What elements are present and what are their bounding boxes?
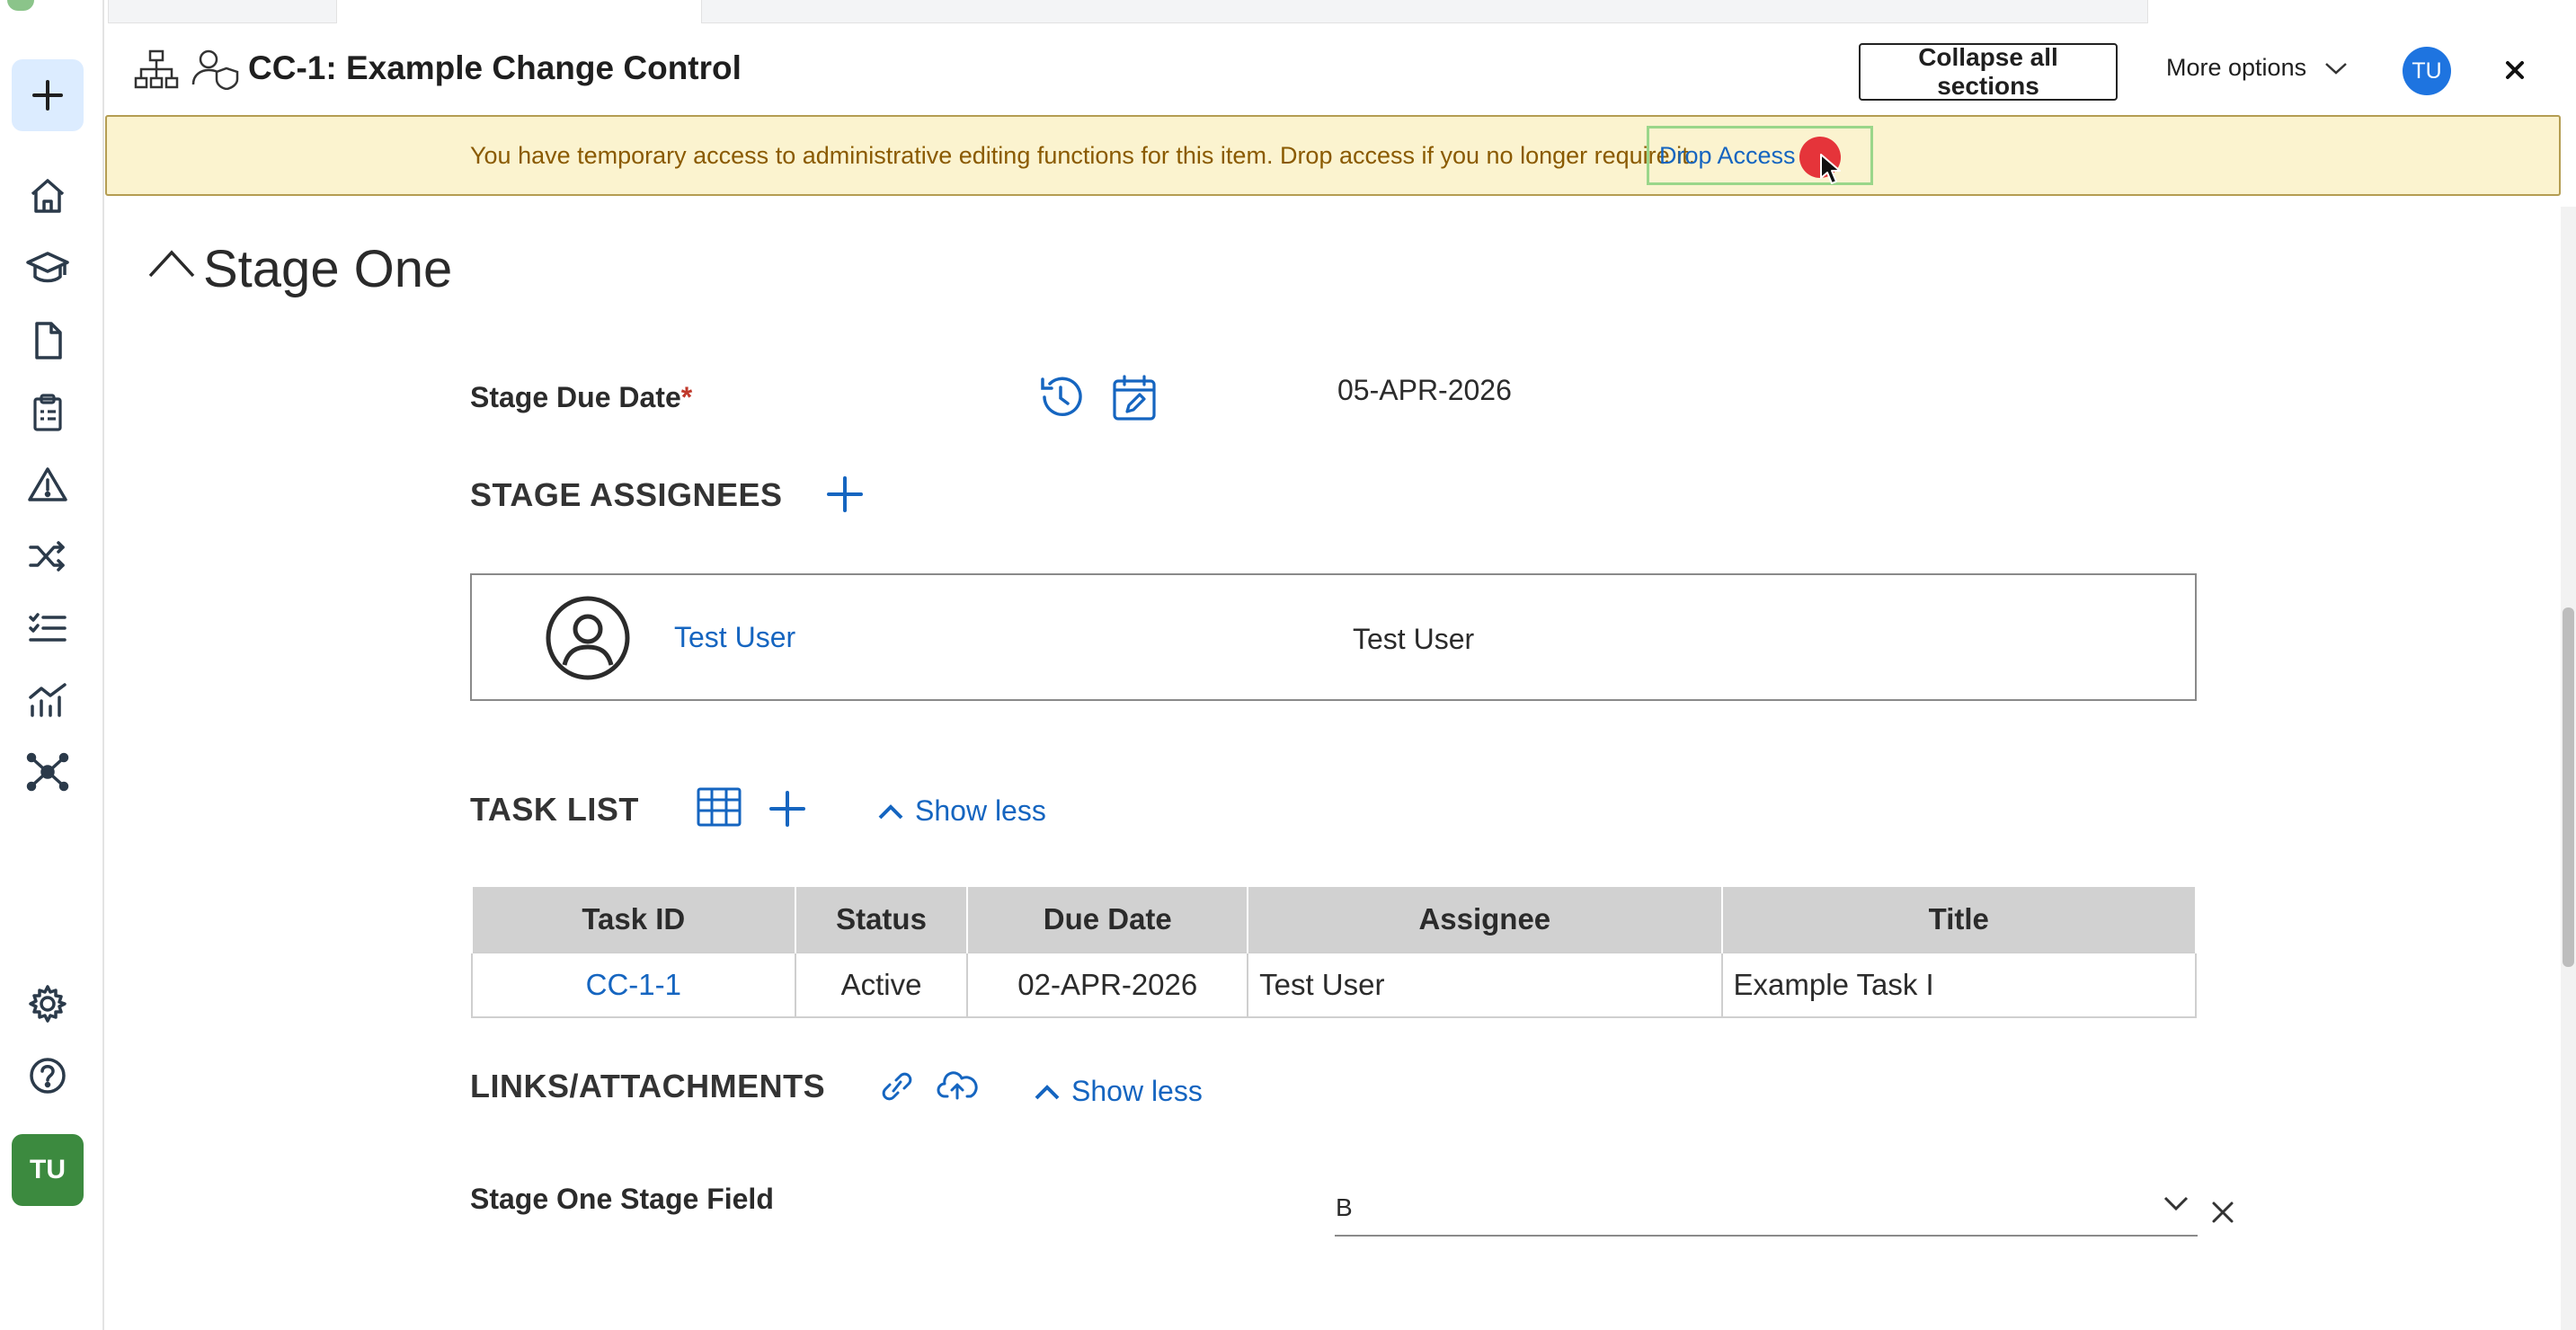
- task-list-heading: TASK LIST: [470, 791, 639, 828]
- stage-assignees-heading: STAGE ASSIGNEES: [470, 476, 783, 513]
- links-attachments-heading: LINKS/ATTACHMENTS: [470, 1068, 826, 1104]
- table-header-row: Task ID Status Due Date Assignee Title: [471, 885, 2198, 953]
- stage-field-label: Stage One Stage Field: [470, 1183, 774, 1215]
- plus-icon: [32, 80, 63, 111]
- column-header[interactable]: Task ID: [471, 885, 796, 953]
- mouse-cursor-icon: [1819, 153, 1843, 185]
- shuffle-icon: [29, 541, 65, 572]
- sidebar-item-issues[interactable]: [25, 462, 70, 507]
- checklist-icon: [29, 613, 67, 642]
- plus-icon: [827, 476, 863, 512]
- sidebar-item-training[interactable]: [25, 245, 70, 290]
- task-table: Task ID Status Due Date Assignee Title C…: [471, 885, 2198, 1018]
- home-icon: [31, 179, 65, 213]
- due-date-value: 05-APR-2026: [1337, 374, 1512, 406]
- user-shield-icon[interactable]: [191, 47, 241, 90]
- close-icon: [2212, 1201, 2234, 1223]
- sidebar-item-tasks[interactable]: [25, 606, 70, 651]
- user-avatar[interactable]: TU: [12, 1134, 84, 1206]
- scrollbar-thumb[interactable]: [2563, 607, 2574, 967]
- sidebar-item-home[interactable]: [25, 173, 70, 218]
- create-button[interactable]: [12, 59, 84, 131]
- table-view-icon[interactable]: [696, 785, 742, 829]
- add-assignee-button[interactable]: [823, 473, 866, 516]
- chevron-up-icon: [878, 803, 903, 819]
- page-title: CC-1: Example Change Control: [248, 49, 742, 86]
- collapse-all-button[interactable]: Collapse all sections: [1859, 43, 2118, 101]
- more-options-label: More options: [2166, 54, 2307, 81]
- chevron-down-icon[interactable]: [2163, 1195, 2190, 1211]
- sidebar-item-forms[interactable]: [25, 390, 70, 435]
- sidebar-item-reports[interactable]: [25, 678, 70, 723]
- warning-icon: [28, 467, 67, 501]
- assignee-link[interactable]: Test User: [674, 621, 795, 654]
- add-task-button[interactable]: [766, 787, 809, 830]
- task-id-link[interactable]: CC-1-1: [586, 968, 681, 1001]
- chevron-up-icon: [148, 250, 195, 278]
- header-avatar[interactable]: TU: [2403, 47, 2451, 95]
- user-avatar-icon: [545, 595, 631, 681]
- column-header[interactable]: Due Date: [966, 885, 1249, 953]
- due-date-label-text: Stage Due Date: [470, 381, 681, 413]
- banner-message: You have temporary access to administrat…: [470, 142, 1696, 169]
- sidebar-item-documents[interactable]: [25, 318, 70, 363]
- column-header[interactable]: Title: [1720, 885, 2198, 953]
- stage-field-select[interactable]: [1335, 1177, 2198, 1237]
- stage-field-value: B: [1336, 1193, 1353, 1221]
- upload-cloud-icon[interactable]: [937, 1069, 978, 1102]
- network-icon: [26, 752, 69, 792]
- chevron-up-icon: [1035, 1084, 1060, 1099]
- gear-icon: [29, 985, 67, 1023]
- due-date-cell: 02-APR-2026: [966, 952, 1249, 1018]
- sidebar-item-settings[interactable]: [25, 981, 70, 1026]
- close-icon: [2506, 61, 2524, 79]
- graduation-cap-icon: [26, 252, 69, 283]
- close-button[interactable]: [2495, 50, 2535, 90]
- due-date-label: Stage Due Date*: [470, 381, 692, 414]
- more-options-menu[interactable]: More options: [2166, 54, 2348, 82]
- task-list-show-less-button[interactable]: Show less: [877, 794, 1046, 828]
- sidebar-item-network[interactable]: [25, 749, 70, 794]
- browser-tab[interactable]: [701, 0, 2148, 23]
- table-row: CC-1-1 Active 02-APR-2026 Test User Exam…: [471, 952, 2198, 1018]
- task-id-cell[interactable]: CC-1-1: [471, 952, 796, 1018]
- sidebar: TU: [0, 0, 104, 1330]
- stage-collapse-toggle[interactable]: [147, 248, 196, 279]
- show-less-label: Show less: [915, 794, 1046, 827]
- show-less-label: Show less: [1071, 1075, 1203, 1107]
- drop-access-link[interactable]: Drop Access: [1659, 142, 1796, 170]
- sidebar-item-workflows[interactable]: [25, 534, 70, 579]
- sidebar-item-help[interactable]: [25, 1053, 70, 1098]
- hierarchy-icon[interactable]: [133, 49, 180, 90]
- help-icon: [30, 1058, 66, 1094]
- column-header[interactable]: Assignee: [1247, 885, 1723, 953]
- document-icon: [35, 322, 62, 359]
- required-marker: *: [680, 381, 693, 413]
- link-icon[interactable]: [877, 1071, 917, 1102]
- status-indicator: [7, 0, 34, 11]
- history-icon[interactable]: [1035, 372, 1086, 422]
- stage-title: Stage One: [203, 240, 453, 298]
- links-show-less-button[interactable]: Show less: [1034, 1075, 1203, 1108]
- calendar-edit-icon[interactable]: [1111, 374, 1158, 422]
- status-cell: Active: [794, 952, 969, 1018]
- chart-icon: [29, 683, 67, 717]
- column-header[interactable]: Status: [794, 885, 969, 953]
- clear-field-button[interactable]: [2211, 1201, 2234, 1224]
- assignee-cell: Test User: [1247, 952, 1723, 1018]
- plus-icon: [769, 791, 805, 827]
- chevron-down-icon: [2325, 62, 2347, 75]
- clipboard-icon: [33, 394, 62, 431]
- assignee-name: Test User: [1353, 623, 1475, 655]
- title-cell: Example Task I: [1720, 952, 2198, 1018]
- browser-tab[interactable]: [108, 0, 337, 23]
